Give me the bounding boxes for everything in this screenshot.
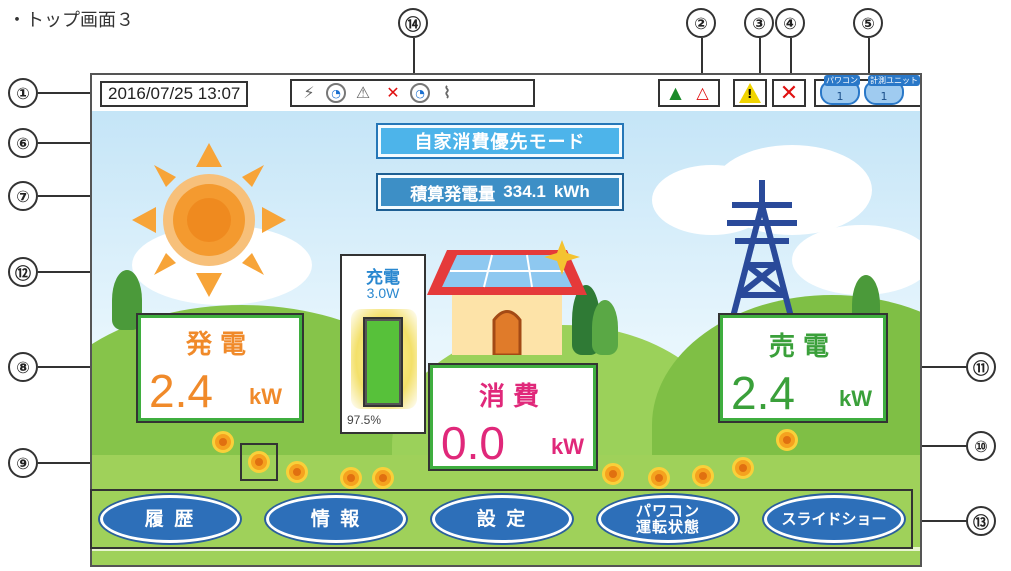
- callout-14: ⑭: [398, 8, 428, 38]
- callout-8: ⑧: [8, 352, 38, 382]
- warning-icon: !: [739, 83, 761, 103]
- callout-10: ⑩: [966, 431, 996, 461]
- sell-panel[interactable]: 売電 2.4 kW: [720, 315, 886, 421]
- total-unit: kWh: [553, 182, 590, 201]
- battery-panel[interactable]: 充電 3.0W 97.5%: [342, 256, 424, 432]
- flower-decoration: [372, 467, 394, 489]
- consumption-title: 消費: [478, 382, 547, 412]
- callout-1: ①: [8, 78, 38, 108]
- error-x-icon: ✕: [779, 80, 799, 106]
- menu-bar-outline: [90, 489, 913, 549]
- meter-badge-tag: 計測ユニット: [868, 75, 920, 86]
- house-icon: [427, 240, 587, 355]
- callout-12: ⑫: [8, 257, 38, 287]
- flower-decoration: [340, 467, 362, 489]
- callout-7: ⑦: [8, 181, 38, 211]
- battery-level-fill: [367, 321, 399, 403]
- clock-network-icon: ◔: [326, 83, 346, 103]
- callout-2: ②: [686, 8, 716, 38]
- meter-unit-count-badge: 計測ユニット 1: [864, 75, 920, 105]
- flower-decoration: [776, 429, 798, 451]
- heat-warning-icon: △: [696, 83, 709, 102]
- total-label: 積算発電量: [410, 184, 496, 205]
- status-icon-group-14: ⚡ ◔ ⚠ ✕ ◔ ⌇: [290, 79, 535, 107]
- flower-status-indicator[interactable]: [240, 443, 278, 481]
- datetime-display: 2016/07/25 13:07: [100, 81, 249, 107]
- consumption-value: 0.0: [441, 417, 505, 469]
- callout-13: ⑬: [966, 506, 996, 536]
- sun-icon: [132, 143, 286, 297]
- grid-warning-icon: ▲: [669, 83, 682, 102]
- battery-power: 3.0W: [366, 285, 400, 301]
- sell-unit: kW: [839, 386, 872, 411]
- flower-decoration: [212, 431, 234, 453]
- battery-level: 97.5%: [347, 413, 382, 427]
- consumption-unit: kW: [551, 434, 584, 459]
- callout-4: ④: [775, 8, 805, 38]
- callout-3: ③: [744, 8, 774, 38]
- total-generation-display: 積算発電量 334.1 kWh: [376, 173, 624, 211]
- flower-decoration: [692, 465, 714, 487]
- sell-title: 売電: [768, 332, 837, 362]
- battery-icon: [363, 317, 403, 407]
- generation-unit: kW: [249, 384, 282, 409]
- status-icon-group-5: パワコン 1 計測ユニット 1: [814, 75, 920, 107]
- generation-panel[interactable]: 発電 2.4 kW: [138, 315, 302, 421]
- status-icon-group-2: ▲ △: [658, 79, 720, 107]
- tower-clock-icon: ⌇: [443, 83, 451, 102]
- callout-6: ⑥: [8, 128, 38, 158]
- generation-value: 2.4: [149, 365, 213, 417]
- status-icon-group-3: !: [733, 79, 767, 107]
- pcs-count-badge: パワコン 1: [820, 75, 860, 105]
- page-caption: ・トップ画面３: [8, 10, 134, 31]
- callout-5: ⑤: [853, 8, 883, 38]
- total-value: 334.1: [503, 182, 546, 201]
- callout-11: ⑪: [966, 352, 996, 382]
- flower-decoration: [286, 461, 308, 483]
- pcs-badge-count: 1: [836, 90, 844, 103]
- callout-9: ⑨: [8, 448, 38, 478]
- pole-network-icon: ⚡: [303, 83, 315, 102]
- status-bar: 2016/07/25 13:07 ⚡ ◔ ⚠ ✕ ◔ ⌇ ▲ △ ! ✕ パワコ…: [92, 75, 920, 111]
- flower-decoration: [602, 463, 624, 485]
- generation-title: 発電: [185, 330, 254, 360]
- sell-value: 2.4: [731, 367, 795, 419]
- meter-badge-count: 1: [880, 90, 888, 103]
- flower-decoration: [648, 467, 670, 489]
- flower-icon: [248, 451, 270, 473]
- clock-warning-icon: ◔: [410, 83, 430, 103]
- operation-mode-label[interactable]: 自家消費優先モード: [376, 123, 624, 159]
- flower-decoration: [732, 457, 754, 479]
- pole-error-icon: ✕: [386, 83, 400, 102]
- consumption-panel[interactable]: 消費 0.0 kW: [430, 365, 596, 469]
- status-icon-group-4: ✕: [772, 79, 806, 107]
- pole-warning-icon: ⚠: [355, 83, 371, 102]
- pcs-badge-tag: パワコン: [824, 75, 860, 86]
